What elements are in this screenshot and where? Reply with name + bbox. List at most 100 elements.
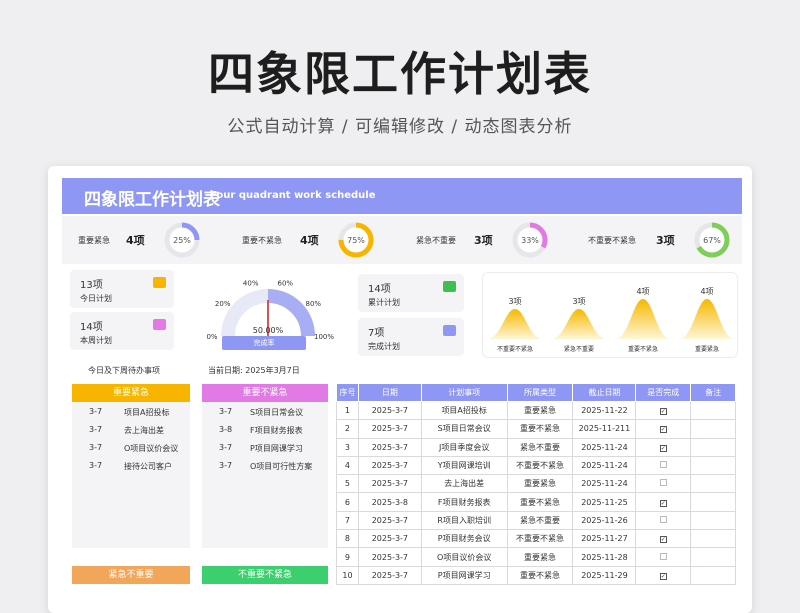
quadrant-item-name: 接待公司客户 [124, 462, 172, 471]
quadrant-item-name: F项目财务报表 [250, 426, 303, 435]
today-plan-card: 13项 今日计划 [70, 270, 174, 308]
chat-icon [153, 319, 166, 330]
bell-value-label: 4项 [636, 287, 649, 296]
completion-checkbox[interactable]: ✓ [659, 426, 667, 434]
table-row: 7 2025-3-7 R项目入职培训 紧急不重要 2025-11-26 [336, 510, 736, 531]
table-row: 4 2025-3-7 Y项目网课培训 不重要不紧急 2025-11-24 [336, 455, 736, 476]
table-note-cell[interactable] [690, 565, 736, 585]
stat-donut: 25% [164, 222, 200, 258]
table-cell: 2025-3-7 [357, 455, 422, 476]
table-cell: 2025-11-27 [572, 529, 637, 549]
completion-rate-button[interactable]: 完成率 [222, 336, 306, 350]
task-table: 序号 日期 计划事项 所属类型 截止日期 是否完成 备注 1 2025-3-7 项目A招投标 重要… [336, 383, 736, 585]
table-note-cell[interactable] [690, 474, 736, 494]
stat-count: 3项 [656, 234, 675, 247]
table-header: 备注 [690, 383, 736, 402]
quadrant-important-urgent-list: 3-7 项目A招投标 3-7 去上海出差 3-7 O项目议价会议 3-7 接待公司客户 [72, 402, 190, 548]
table-cell: 2025-3-8 [357, 492, 422, 512]
table-cell: 2025-11-25 [572, 492, 637, 512]
quadrant-item: 3-7 去上海出差 [72, 421, 190, 439]
done-plan-count: 7项 [368, 328, 385, 339]
stat-label: 重要紧急 [78, 236, 110, 245]
table-row: 5 2025-3-7 去上海出差 重要紧急 2025-11-24 [336, 474, 736, 494]
table-row: 1 2025-3-7 项目A招投标 重要紧急 2025-11-22 ✓ [336, 400, 736, 421]
table-header: 截止日期 [572, 383, 637, 402]
completion-checkbox[interactable]: ✓ [659, 499, 667, 507]
table-cell: 不重要不紧急 [506, 455, 574, 476]
table-row: 6 2025-3-8 F项目财务报表 重要不紧急 2025-11-25 ✓ [336, 492, 736, 512]
gauge-tick: 80% [306, 300, 322, 308]
gauge-tick: 40% [243, 280, 259, 288]
table-cell: 重要紧急 [506, 400, 574, 421]
gauge-tick: 100% [314, 333, 334, 341]
completion-checkbox[interactable] [659, 479, 667, 487]
bell-mark [615, 299, 671, 339]
table-cell: 2025-11-24 [572, 437, 637, 457]
table-cell: ✓ [635, 492, 692, 512]
table-cell: 重要不紧急 [506, 419, 574, 439]
stat-percent: 67% [703, 236, 721, 245]
table-cell: O项目议价会议 [420, 547, 508, 567]
week-plan-card: 14项 本周计划 [70, 312, 174, 350]
table-cell [635, 547, 692, 567]
table-cell: 2025-3-7 [357, 437, 422, 457]
quadrant-item-date: 3-7 [89, 443, 103, 452]
completion-checkbox[interactable] [659, 461, 667, 469]
table-note-cell[interactable] [690, 455, 736, 476]
table-cell: R项目入职培训 [420, 510, 508, 531]
completion-checkbox[interactable]: ✓ [659, 572, 667, 580]
stat-donut: 67% [694, 222, 730, 258]
stat-count: 4项 [300, 234, 319, 247]
table-cell: 10 [336, 565, 359, 585]
quadrant-item: 3-7 项目A招投标 [72, 403, 190, 421]
table-note-cell[interactable] [690, 510, 736, 531]
completion-checkbox[interactable] [659, 515, 667, 523]
bell-category-label: 不重要不紧急 [497, 345, 533, 353]
bell-value-label: 3项 [508, 297, 521, 306]
table-cell: ✓ [635, 400, 692, 421]
table-cell: 2025-3-7 [357, 419, 422, 439]
table-cell: 4 [336, 455, 359, 476]
current-date: 当前日期: 2025年3月7日 [208, 366, 300, 375]
table-cell: ✓ [635, 419, 692, 439]
table-note-cell[interactable] [690, 492, 736, 512]
completion-checkbox[interactable]: ✓ [659, 444, 667, 452]
table-note-cell[interactable] [690, 419, 736, 439]
done-plan-label: 完成计划 [368, 342, 400, 351]
quadrant-item-name: P项目网课学习 [250, 444, 303, 453]
completion-checkbox[interactable]: ✓ [659, 408, 667, 416]
banner-subtitle: Four quadrant work schedule [210, 190, 376, 201]
table-cell: 不重要不紧急 [506, 529, 574, 549]
table-cell: 2025-11-29 [572, 565, 637, 585]
table-cell: 2025-3-7 [357, 510, 422, 531]
table-note-cell[interactable] [690, 437, 736, 457]
table-cell: 2025-11-211 [572, 419, 637, 439]
table-cell [635, 510, 692, 531]
stat-count: 3项 [474, 234, 493, 247]
completion-checkbox[interactable]: ✓ [659, 536, 667, 544]
spreadsheet-preview: 四象限工作计划表 Four quadrant work schedule 重要紧… [48, 166, 752, 613]
table-row: 10 2025-3-7 P项目网课学习 重要不紧急 2025-11-29 ✓ [336, 565, 736, 585]
table-cell: F项目财务报表 [420, 492, 508, 512]
week-plan-label: 本周计划 [80, 336, 112, 345]
bell-mark [679, 299, 735, 339]
stat-count: 4项 [126, 234, 145, 247]
table-cell: 2025-11-24 [572, 455, 637, 476]
table-row: 3 2025-3-7 J项目季度会议 紧急不重要 2025-11-24 ✓ [336, 437, 736, 457]
table-cell: 1 [336, 400, 359, 421]
table-note-cell[interactable] [690, 529, 736, 549]
today-plan-count: 13项 [80, 280, 103, 291]
quadrant-important-urgent-header: 重要紧急 [72, 384, 190, 402]
quadrant-bell-chart: 3项 不重要不紧急 3项 紧急不重要 4项 重要不紧急 4项 重要紧急 [482, 272, 738, 358]
table-note-cell[interactable] [690, 547, 736, 567]
table-cell: 紧急不重要 [506, 437, 574, 457]
stat-label: 紧急不重要 [416, 236, 456, 245]
stat-3: 不重要不紧急 3项 67% [572, 216, 742, 264]
stat-2: 紧急不重要 3项 33% [400, 216, 570, 264]
table-cell: 3 [336, 437, 359, 457]
quadrant-item: 3-8 F项目财务报表 [202, 421, 328, 439]
calendar-icon [153, 277, 166, 288]
table-cell: P项目财务会议 [420, 529, 508, 549]
completion-checkbox[interactable] [659, 552, 667, 560]
table-note-cell[interactable] [690, 400, 736, 421]
